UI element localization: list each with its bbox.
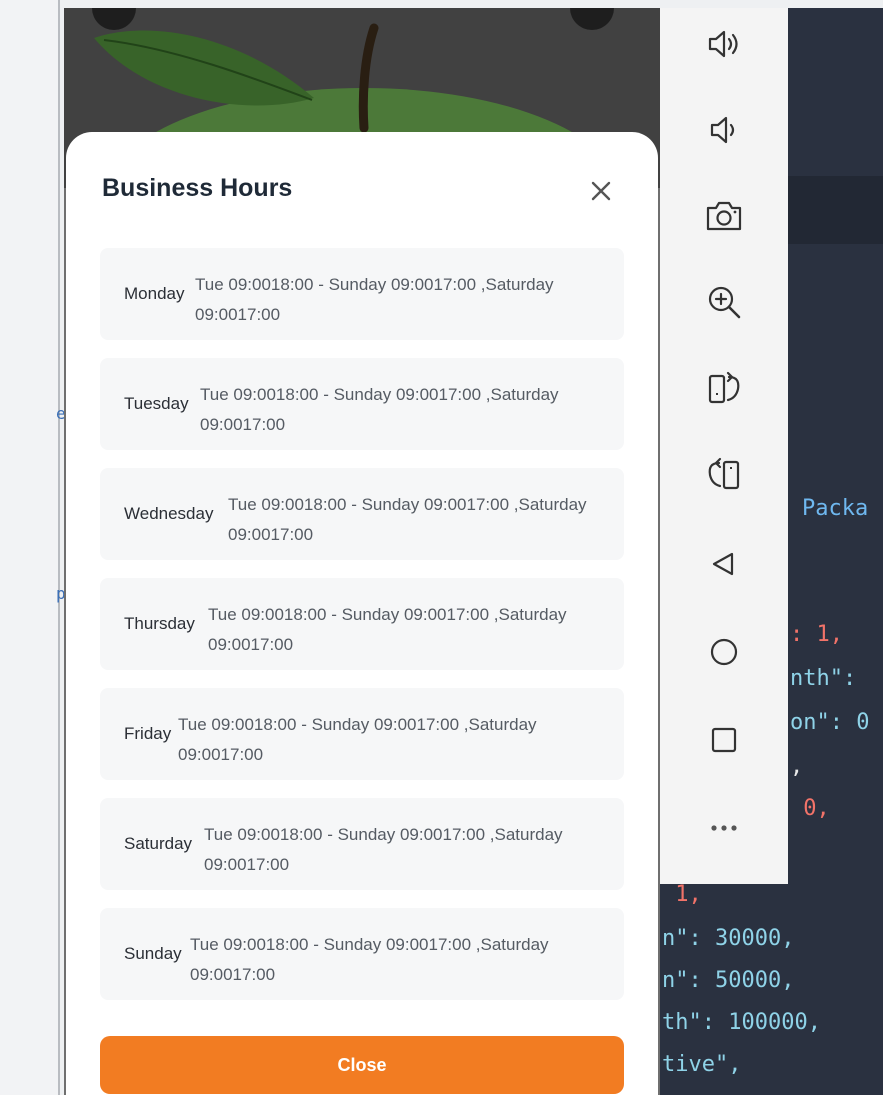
hours-text: Tue 09:0018:00 - Sunday 09:0017:00 ,Satu… [190,935,549,984]
day-label: Sunday [124,944,182,963]
hours-text: Tue 09:0018:00 - Sunday 09:0017:00 ,Satu… [228,495,587,544]
day-label: Tuesday [124,394,189,413]
code-line: th": 100000, [662,1010,821,1035]
home-icon[interactable] [700,628,748,676]
rotate-right-icon[interactable] [700,364,748,412]
code-line: on": 0 [790,710,870,735]
code-line: n": 30000, [662,926,795,951]
modal-title: Business Hours [102,174,293,202]
business-hours-modal: Business Hours Monday Tue 09:0018:00 - S… [66,132,658,1095]
close-button[interactable]: Close [100,1036,624,1094]
emulator-toolbar [660,8,788,884]
hours-row-saturday: Saturday Tue 09:0018:00 - Sunday 09:0017… [100,798,624,890]
camera-icon[interactable] [700,192,748,240]
day-label: Friday [124,724,172,743]
hours-text: Tue 09:0018:00 - Sunday 09:0017:00 ,Satu… [200,385,559,434]
overview-icon[interactable] [700,716,748,764]
emulator-screen: Business Hours Monday Tue 09:0018:00 - S… [64,8,660,1095]
day-label: Wednesday [124,504,214,523]
volume-down-icon[interactable] [700,106,748,154]
host-window-left-pane: e p [0,0,66,1095]
hours-text: Tue 09:0018:00 - Sunday 09:0017:00 ,Satu… [178,715,537,764]
more-icon[interactable] [700,804,748,852]
code-line: 1, [662,882,702,907]
code-line: , [790,754,804,779]
code-line: 0, [790,796,830,821]
hours-row-wednesday: Wednesday Tue 09:0018:00 - Sunday 09:001… [100,468,624,560]
code-line: : 1, [790,622,843,647]
hours-row-tuesday: Tuesday Tue 09:0018:00 - Sunday 09:0017:… [100,358,624,450]
zoom-in-icon[interactable] [700,278,748,326]
day-label: Monday [124,284,185,303]
code-line: Packa [802,496,869,521]
hours-row-friday: Friday Tue 09:0018:00 - Sunday 09:0017:0… [100,688,624,780]
code-line: n": 50000, [662,968,795,993]
hours-text: Tue 09:0018:00 - Sunday 09:0017:00 ,Satu… [208,605,567,654]
hours-row-thursday: Thursday Tue 09:0018:00 - Sunday 09:0017… [100,578,624,670]
volume-up-icon[interactable] [700,20,748,68]
code-line: nth": [790,666,870,691]
hours-row-sunday: Sunday Tue 09:0018:00 - Sunday 09:0017:0… [100,908,624,1000]
code-line: tive", [662,1052,742,1077]
hours-text: Tue 09:0018:00 - Sunday 09:0017:00 ,Satu… [195,275,554,324]
close-icon[interactable] [584,174,618,208]
back-icon[interactable] [700,540,748,588]
hours-row-monday: Monday Tue 09:0018:00 - Sunday 09:0017:0… [100,248,624,340]
rotate-left-icon[interactable] [700,450,748,498]
business-hours-list: Monday Tue 09:0018:00 - Sunday 09:0017:0… [100,248,624,1018]
hours-text: Tue 09:0018:00 - Sunday 09:0017:00 ,Satu… [204,825,563,874]
day-label: Thursday [124,614,195,633]
code-editor-pane: Packa [788,8,883,884]
day-label: Saturday [124,834,193,853]
